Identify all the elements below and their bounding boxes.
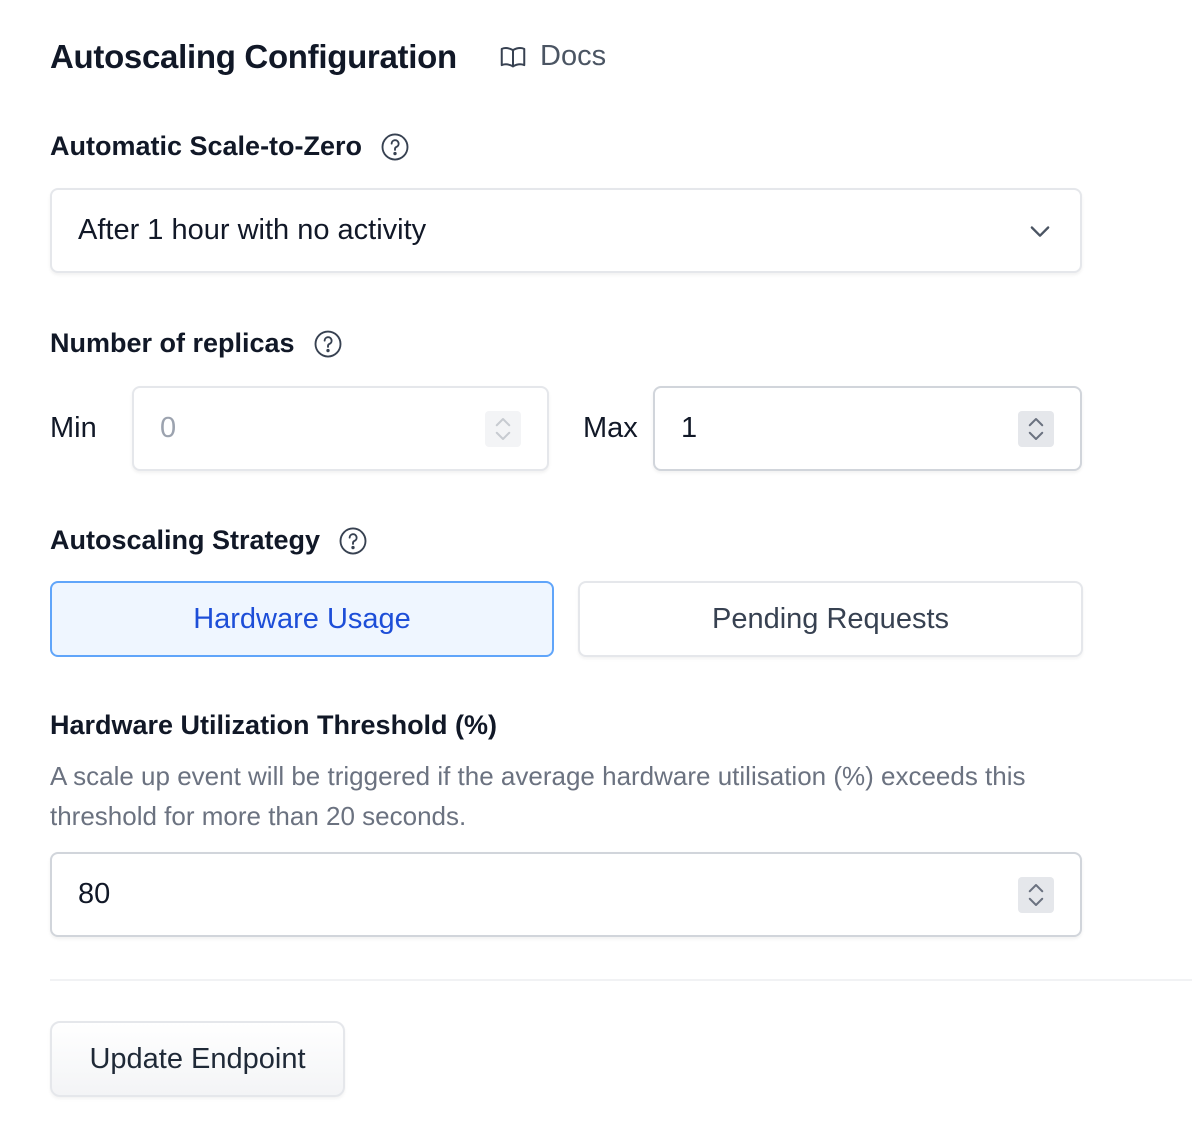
docs-label: Docs: [540, 40, 607, 72]
replicas-label: Number of replicas: [50, 328, 343, 359]
max-stepper[interactable]: [1018, 410, 1054, 447]
threshold-value: 80: [78, 878, 111, 910]
min-replicas-value: 0: [160, 412, 177, 444]
scale-to-zero-label: Automatic Scale-to-Zero: [50, 131, 410, 162]
question-circle-icon[interactable]: [338, 526, 368, 556]
up-down-chevron-icon: [495, 417, 511, 440]
threshold-input[interactable]: 80: [50, 852, 1082, 937]
strategy-pending-requests-button[interactable]: Pending Requests: [578, 581, 1083, 657]
up-down-chevron-icon: [1028, 417, 1044, 440]
divider: [50, 979, 1192, 981]
chevron-down-icon: [1030, 225, 1050, 237]
max-replicas-value: 1: [681, 412, 698, 444]
strategy-label: Autoscaling Strategy: [50, 525, 368, 556]
update-endpoint-button[interactable]: Update Endpoint: [50, 1021, 345, 1097]
question-circle-icon[interactable]: [380, 132, 410, 162]
threshold-description: A scale up event will be triggered if th…: [50, 761, 1026, 831]
strategy-label-text: Autoscaling Strategy: [50, 525, 321, 555]
scale-to-zero-selected: After 1 hour with no activity: [78, 214, 427, 246]
min-label: Min: [50, 412, 97, 444]
strategy-hardware-usage-button[interactable]: Hardware Usage: [50, 581, 554, 657]
up-down-chevron-icon: [1028, 883, 1044, 906]
replicas-label-text: Number of replicas: [50, 328, 295, 358]
scale-to-zero-label-text: Automatic Scale-to-Zero: [50, 131, 363, 161]
docs-link[interactable]: Docs: [498, 40, 606, 73]
threshold-label: Hardware Utilization Threshold (%): [50, 710, 498, 740]
book-open-icon: [500, 46, 526, 67]
scale-to-zero-select[interactable]: After 1 hour with no activity: [50, 188, 1082, 273]
max-label: Max: [583, 412, 638, 444]
question-circle-icon[interactable]: [313, 329, 343, 359]
min-replicas-input[interactable]: 0: [132, 386, 549, 471]
threshold-stepper[interactable]: [1018, 876, 1054, 913]
page-title: Autoscaling Configuration: [50, 38, 457, 75]
min-stepper[interactable]: [485, 410, 521, 447]
max-replicas-input[interactable]: 1: [653, 386, 1082, 471]
